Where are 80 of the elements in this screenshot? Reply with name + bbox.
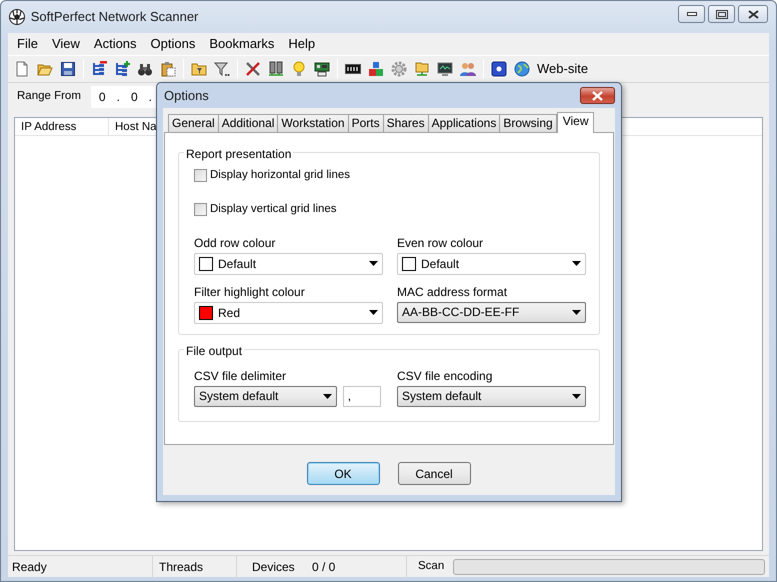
binoculars-icon[interactable]: [137, 61, 153, 77]
ball-icon: [9, 9, 25, 25]
gear-icon[interactable]: [391, 61, 407, 77]
tab[interactable]: Ports: [348, 114, 384, 132]
dropdown-value: Default: [421, 256, 460, 272]
tab[interactable]: General: [168, 114, 219, 132]
range-label: Range From: [17, 88, 81, 104]
dropdown[interactable]: Default: [194, 252, 383, 274]
tab[interactable]: Applications: [428, 114, 500, 132]
folder-icon[interactable]: [191, 61, 207, 77]
monitor-icon[interactable]: [437, 61, 453, 77]
delimiter-field[interactable]: ,: [342, 386, 381, 406]
close-icon: [748, 10, 758, 18]
network-card-icon[interactable]: [314, 61, 330, 77]
clipboard-icon[interactable]: [160, 61, 176, 77]
device-count: 0 / 0: [312, 558, 336, 576]
dropdown[interactable]: AA-BB-CC-DD-EE-FF: [397, 302, 586, 322]
menu-item[interactable]: Options: [144, 33, 202, 55]
save-icon[interactable]: [60, 61, 76, 77]
dropdown[interactable]: Default: [397, 252, 586, 274]
status-text: Threads: [153, 556, 237, 578]
close-icon: [591, 90, 604, 100]
field-label: CSV file delimiter: [194, 368, 288, 382]
dropdown[interactable]: System default: [397, 386, 586, 406]
checkbox-label: Display vertical grid lines: [210, 202, 337, 218]
dropdown[interactable]: Red: [194, 302, 383, 324]
field-label: CSV file encoding: [397, 368, 494, 382]
menu-item[interactable]: Help: [281, 33, 322, 55]
checkbox[interactable]: [194, 203, 207, 216]
maximize-icon: [716, 10, 728, 18]
maximize-button[interactable]: [708, 5, 736, 23]
ok-button[interactable]: OK: [306, 462, 380, 485]
dropdown-arrow-icon: [572, 310, 581, 314]
dropdown-value: System default: [402, 388, 482, 405]
dropdown-value: AA-BB-CC-DD-EE-FF: [402, 304, 520, 321]
close-button[interactable]: [738, 5, 768, 23]
column-header[interactable]: IP Address: [15, 118, 109, 135]
status-text: Devices: [252, 558, 295, 576]
checkbox[interactable]: [194, 169, 207, 182]
minimize-icon: [686, 12, 697, 16]
website-link[interactable]: Web-site: [534, 59, 592, 79]
tab[interactable]: Workstation: [277, 114, 349, 132]
servers-icon[interactable]: [268, 61, 284, 77]
tab[interactable]: Shares: [382, 114, 429, 132]
dropdown-arrow-icon: [369, 310, 378, 315]
status-text: Ready: [8, 556, 153, 578]
tab[interactable]: Browsing: [499, 114, 557, 132]
window-title: SoftPerfect Network Scanner: [30, 8, 198, 26]
tree-remove-icon[interactable]: [91, 61, 107, 77]
tab[interactable]: View: [556, 112, 594, 133]
menu-item[interactable]: Actions: [86, 33, 144, 55]
menu-item[interactable]: Bookmarks: [202, 33, 282, 55]
dropdown-arrow-icon: [369, 261, 378, 266]
status-text: Scan: [417, 558, 446, 574]
dropdown-value: Red: [218, 304, 240, 322]
tree-add-icon[interactable]: [114, 61, 130, 77]
dropdown-value: System default: [199, 388, 278, 405]
cancel-button[interactable]: Cancel: [398, 462, 470, 485]
close-button[interactable]: [580, 87, 615, 104]
blocks-icon[interactable]: [368, 61, 384, 77]
funnel-icon[interactable]: [214, 61, 230, 77]
field-label: Even row colour: [397, 236, 484, 250]
globe-icon[interactable]: [514, 61, 530, 77]
field-label: Odd row colour: [194, 236, 276, 250]
field-label: MAC address format: [397, 284, 508, 298]
checkbox-label: Display horizontal grid lines: [210, 168, 350, 183]
menu-item[interactable]: File: [10, 33, 45, 55]
dropdown-arrow-icon: [572, 261, 581, 266]
menu-item[interactable]: View: [44, 33, 87, 55]
users-icon[interactable]: [460, 61, 476, 77]
dropdown-arrow-icon: [572, 394, 581, 398]
dropdown[interactable]: System default: [194, 386, 337, 406]
field-label: Filter highlight colour: [194, 284, 306, 298]
dropdown-value: Default: [218, 256, 256, 272]
folder-network-icon[interactable]: [414, 61, 430, 77]
tab[interactable]: Additional: [218, 114, 278, 132]
dropdown-arrow-icon: [323, 394, 332, 398]
crossed-tools-icon[interactable]: [245, 61, 261, 77]
new-document-icon[interactable]: [14, 61, 30, 77]
minimize-button[interactable]: [678, 5, 706, 23]
